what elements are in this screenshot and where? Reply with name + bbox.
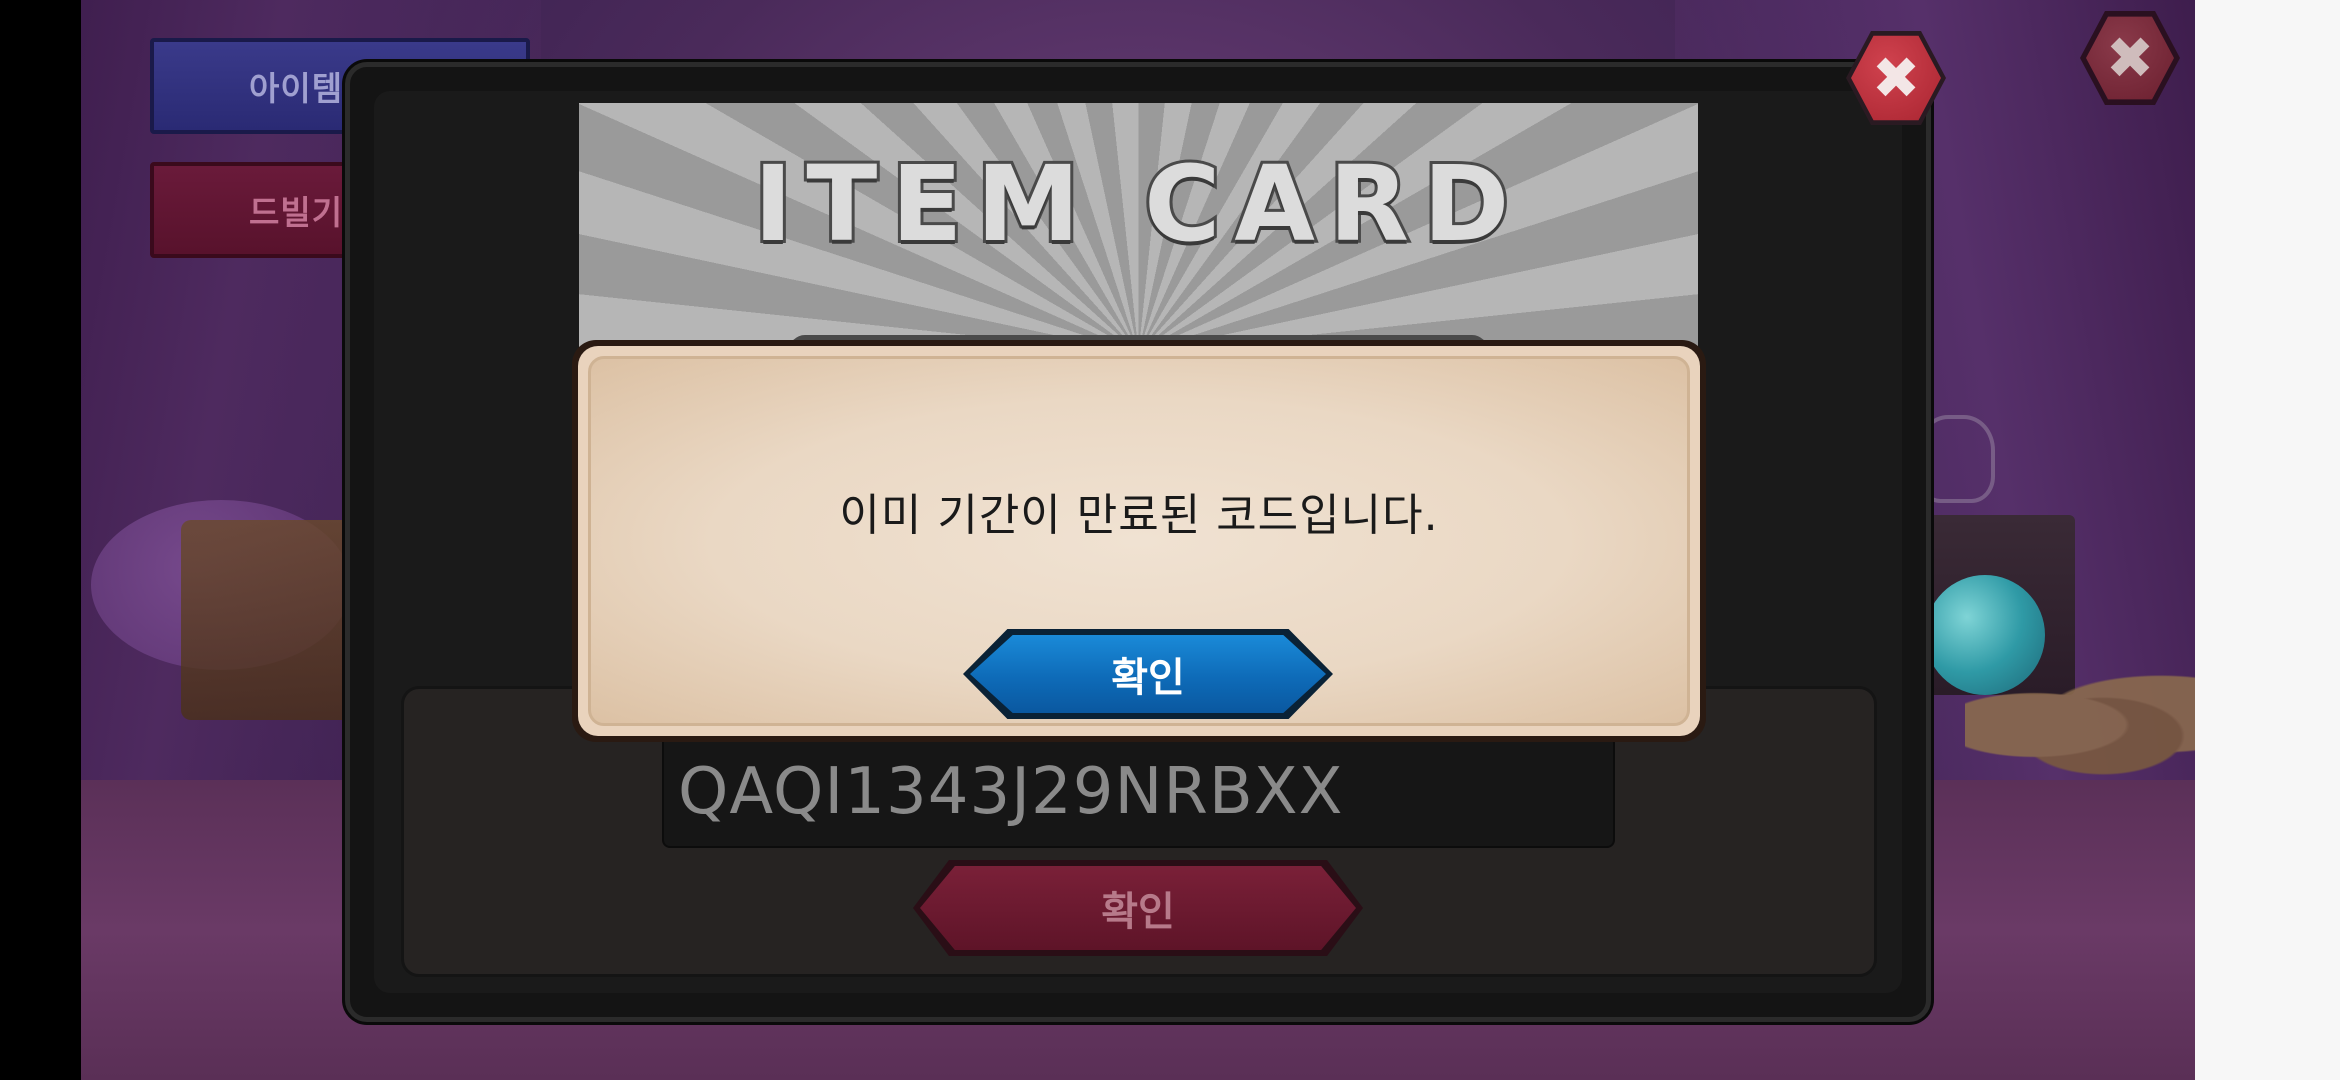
alert-confirm-face: 확인 [970, 635, 1326, 713]
dvil-menu-label: 드빌기 [249, 193, 344, 232]
submit-code-face: 확인 [920, 866, 1356, 950]
alert-paper: 이미 기간이 만료된 코드입니다. 확인 [588, 356, 1690, 726]
alert-message: 이미 기간이 만료된 코드입니다. [839, 490, 1439, 541]
submit-code-label: 확인 [1101, 889, 1175, 935]
item-card-banner: ITEM CARD [579, 103, 1698, 353]
close-icon: ✖ [1851, 35, 1941, 121]
right-blank-area [2195, 0, 2340, 1080]
close-glyph: ✖ [1871, 44, 1921, 112]
alert-border: 이미 기간이 만료된 코드입니다. 확인 [578, 346, 1700, 736]
banner-title: ITEM CARD [751, 140, 1524, 268]
coupon-code-input[interactable]: QAQI1343J29NRBXX [662, 735, 1615, 848]
alert-confirm-label: 확인 [1111, 655, 1185, 701]
scrolls [1965, 670, 2195, 780]
alert-confirm-button[interactable]: 확인 [963, 629, 1333, 719]
alert-dialog: 이미 기간이 만료된 코드입니다. 확인 [572, 340, 1706, 742]
coupon-code-value: QAQI1343J29NRBXX [678, 754, 1344, 829]
close-glyph: ✖ [2105, 24, 2155, 92]
game-screen: 아이템코 드빌기 ✖ ITEM CARD ✖ QAQI1343J29NRBXX … [0, 0, 2340, 1080]
submit-code-button[interactable]: 확인 [913, 860, 1363, 956]
close-icon: ✖ [2086, 16, 2174, 100]
